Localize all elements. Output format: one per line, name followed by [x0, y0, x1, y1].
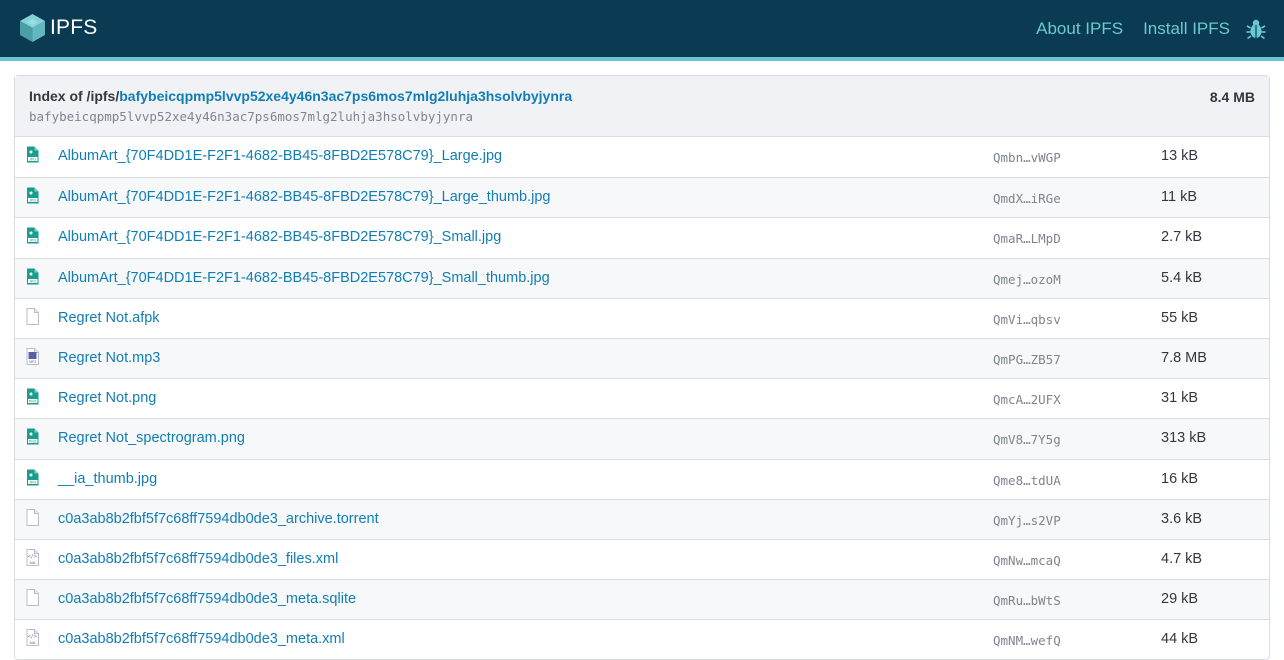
generic-file-icon	[26, 589, 39, 607]
svg-text:JPG: JPG	[29, 157, 36, 161]
svg-text:MP3: MP3	[29, 360, 36, 364]
file-hash-link[interactable]: QmNM…wefQ	[993, 633, 1061, 648]
top-navbar: IPFS About IPFS Install IPFS	[0, 0, 1284, 57]
table-row: JPG AlbumArt_{70F4DD1E-F2F1-4682-BB45-8FB…	[15, 257, 1269, 298]
svg-text:</>: </>	[28, 634, 37, 640]
jpg-file-icon: JPG	[27, 146, 39, 163]
file-name-link[interactable]: Regret Not.afpk	[58, 310, 160, 326]
file-hash-link[interactable]: Qmbn…vWGP	[993, 150, 1061, 165]
svg-text:XML: XML	[29, 561, 36, 565]
svg-text:JPG: JPG	[29, 239, 36, 243]
file-size: 44 kB	[1161, 631, 1199, 648]
svg-text:PNG: PNG	[29, 440, 37, 444]
jpg-file-icon: JPG	[27, 227, 39, 244]
table-row: PNG Regret Not_spectrogram.png QmV8…7Y5g 31…	[15, 418, 1269, 459]
svg-text:JPG: JPG	[29, 279, 36, 283]
file-name-link[interactable]: AlbumArt_{70F4DD1E-F2F1-4682-BB45-8FBD2E…	[58, 148, 502, 164]
root-cid-text: bafybeicqpmp5lvvp52xe4y46n3ac7ps6mos7mlg…	[29, 109, 474, 124]
file-size: 29 kB	[1161, 591, 1199, 608]
file-size: 13 kB	[1161, 148, 1199, 164]
file-hash-link[interactable]: QmdX…iRGe	[993, 191, 1061, 206]
directory-listing: Index of /ipfs/bafybeicqpmp5lvvp52xe4y46…	[14, 75, 1270, 660]
jpg-file-icon: JPG	[27, 469, 39, 485]
table-row: PNG Regret Not.png QmcA…2UFX 31 kB	[15, 378, 1269, 418]
index-prefix: Index of /ipfs/	[29, 88, 120, 104]
table-row: </> XML c0a3ab8b2fbf5f7c68ff7594db0de3_fil…	[15, 538, 1269, 579]
file-table: JPG AlbumArt_{70F4DD1E-F2F1-4682-BB45-8FB…	[15, 137, 1269, 659]
table-row: JPG __ia_thumb.jpg Qme8…tdUA 16 kB	[15, 458, 1269, 499]
file-name-link[interactable]: c0a3ab8b2fbf5f7c68ff7594db0de3_archive.t…	[58, 511, 379, 527]
file-hash-link[interactable]: QmRu…bWtS	[993, 593, 1061, 608]
file-hash-link[interactable]: QmcA…2UFX	[993, 392, 1061, 407]
file-size: 11 kB	[1161, 189, 1198, 206]
file-hash-link[interactable]: QmYj…s2VP	[993, 513, 1061, 528]
file-hash-link[interactable]: Qmej…ozoM	[993, 272, 1061, 287]
file-hash-link[interactable]: QmaR…LMpD	[993, 231, 1061, 246]
svg-text:XML: XML	[29, 641, 36, 645]
file-size: 16 kB	[1161, 470, 1199, 487]
table-row: MP3 Regret Not.mp3 QmPG…ZB57 7.8 MB	[15, 337, 1269, 379]
file-name-link[interactable]: AlbumArt_{70F4DD1E-F2F1-4682-BB45-8FBD2E…	[58, 270, 550, 286]
bug-icon[interactable]	[1246, 18, 1266, 40]
file-hash-link[interactable]: QmPG…ZB57	[993, 352, 1061, 367]
file-name-link[interactable]: Regret Not_spectrogram.png	[58, 430, 245, 446]
file-size: 5.4 kB	[1161, 269, 1203, 286]
ipfs-cube-icon	[20, 14, 45, 42]
file-size: 4.7 kB	[1161, 550, 1203, 567]
mp3-file-icon: MP3	[26, 347, 39, 365]
file-name-link[interactable]: c0a3ab8b2fbf5f7c68ff7594db0de3_meta.sqli…	[58, 591, 356, 607]
file-size: 3.6 kB	[1161, 510, 1203, 527]
file-size: 7.8 MB	[1161, 349, 1207, 366]
file-size: 31 kB	[1161, 390, 1199, 407]
png-file-icon: PNG	[27, 428, 39, 445]
file-name-link[interactable]: Regret Not.mp3	[58, 350, 160, 366]
file-name-link[interactable]: Regret Not.png	[58, 390, 156, 406]
xml-file-icon: </>XML	[26, 629, 39, 647]
file-size: 2.7 kB	[1161, 229, 1203, 246]
table-row: JPG AlbumArt_{70F4DD1E-F2F1-4682-BB45-8FB…	[15, 217, 1269, 257]
table-row: c0a3ab8b2fbf5f7c68ff7594db0de3_archive.t…	[15, 498, 1269, 539]
generic-file-icon	[26, 307, 39, 325]
listing-header: Index of /ipfs/bafybeicqpmp5lvvp52xe4y46…	[15, 76, 1269, 137]
jpg-file-icon: JPG	[27, 268, 39, 285]
file-size: 55 kB	[1161, 309, 1199, 326]
nav-about-ipfs[interactable]: About IPFS	[1036, 19, 1123, 39]
root-cid-link[interactable]: bafybeicqpmp5lvvp52xe4y46n3ac7ps6mos7mlg…	[119, 88, 572, 104]
logo-text: IPFS	[50, 16, 98, 39]
svg-text:</>: </>	[28, 554, 37, 560]
file-hash-link[interactable]: QmNw…mcaQ	[993, 553, 1061, 568]
file-name-link[interactable]: c0a3ab8b2fbf5f7c68ff7594db0de3_files.xml	[58, 551, 338, 567]
total-size: 8.4 MB	[1209, 89, 1255, 105]
table-row: Regret Not.afpk QmVi…qbsv 55 kB	[15, 297, 1269, 338]
topbar-accent-stripe	[0, 57, 1284, 61]
table-row: JPG AlbumArt_{70F4DD1E-F2F1-4682-BB45-8FB…	[15, 177, 1269, 218]
file-name-link[interactable]: AlbumArt_{70F4DD1E-F2F1-4682-BB45-8FBD2E…	[58, 229, 501, 245]
xml-file-icon: </>XML	[26, 548, 39, 566]
top-nav: About IPFS Install IPFS	[1016, 0, 1266, 57]
svg-text:PNG: PNG	[29, 400, 37, 404]
file-name-link[interactable]: AlbumArt_{70F4DD1E-F2F1-4682-BB45-8FBD2E…	[58, 189, 550, 205]
png-file-icon: PNG	[27, 388, 39, 405]
ipfs-logo[interactable]: IPFS	[19, 13, 97, 43]
svg-text:JPG: JPG	[29, 480, 36, 484]
table-row: </> XML c0a3ab8b2fbf5f7c68ff7594db0de3_met…	[15, 619, 1269, 659]
file-hash-link[interactable]: QmVi…qbsv	[993, 312, 1061, 327]
nav-install-ipfs[interactable]: Install IPFS	[1143, 19, 1230, 39]
file-hash-link[interactable]: QmV8…7Y5g	[993, 432, 1061, 447]
index-title: Index of /ipfs/bafybeicqpmp5lvvp52xe4y46…	[29, 88, 572, 104]
jpg-file-icon: JPG	[27, 187, 39, 204]
file-name-link[interactable]: __ia_thumb.jpg	[58, 471, 157, 487]
table-row: JPG AlbumArt_{70F4DD1E-F2F1-4682-BB45-8FB…	[15, 137, 1269, 177]
svg-text:JPG: JPG	[29, 199, 36, 203]
generic-file-icon	[26, 508, 39, 526]
file-name-link[interactable]: c0a3ab8b2fbf5f7c68ff7594db0de3_meta.xml	[58, 631, 345, 647]
file-hash-link[interactable]: Qme8…tdUA	[993, 473, 1061, 488]
table-row: c0a3ab8b2fbf5f7c68ff7594db0de3_meta.sqli…	[15, 579, 1269, 620]
file-size: 313 kB	[1161, 430, 1207, 447]
